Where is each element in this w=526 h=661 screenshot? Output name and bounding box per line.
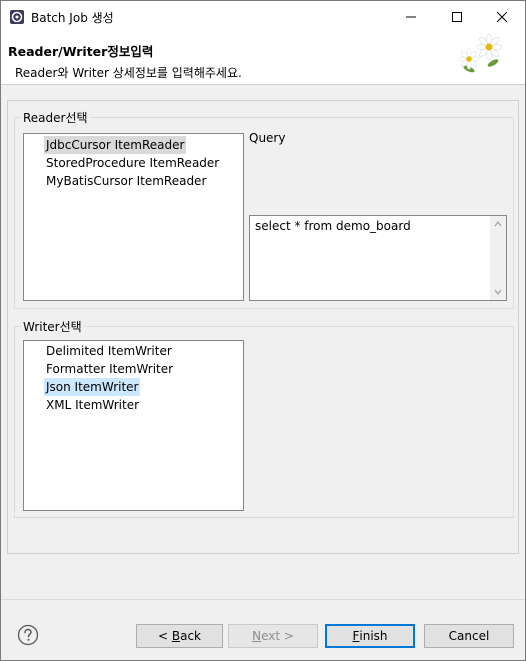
footer-divider (1, 599, 525, 600)
close-icon (497, 12, 507, 22)
query-text: select * from demo_board (255, 219, 411, 233)
writer-group-label: Writer선택 (21, 318, 84, 335)
app-icon (10, 10, 24, 24)
window-title: Batch Job 생성 (31, 11, 114, 25)
page-description: Reader와 Writer 상세정보를 입력해주세요. (15, 66, 242, 80)
writer-list-item[interactable]: Formatter ItemWriter (44, 360, 175, 378)
wizard-header: Reader/Writer정보입력 Reader와 Writer 상세정보를 입… (1, 33, 525, 85)
scroll-up-icon[interactable] (494, 220, 502, 228)
help-icon[interactable] (17, 624, 39, 646)
maximize-button[interactable] (434, 1, 480, 33)
writer-group: Writer선택 Delimited ItemWriter Formatter … (14, 318, 514, 518)
writer-list-item[interactable]: Delimited ItemWriter (44, 342, 174, 360)
writer-list-item[interactable]: Json ItemWriter (44, 378, 141, 396)
content-panel: Reader선택 JdbcCursor ItemReader StoredPro… (7, 100, 519, 554)
cancel-button[interactable]: Cancel (424, 624, 514, 648)
maximize-icon (452, 12, 462, 22)
reader-group-label: Reader선택 (21, 109, 90, 126)
next-button-label: ext > (261, 629, 294, 643)
scroll-down-icon[interactable] (494, 288, 502, 296)
reader-list-item[interactable]: JdbcCursor ItemReader (44, 136, 187, 154)
writer-list-item[interactable]: XML ItemWriter (44, 396, 141, 414)
reader-group: Reader선택 JdbcCursor ItemReader StoredPro… (14, 109, 514, 309)
back-button-mnemonic: B (171, 629, 181, 643)
finish-button[interactable]: Finish (325, 624, 415, 648)
query-label: Query (249, 131, 286, 145)
flowers-banner-icon (458, 33, 503, 73)
close-button[interactable] (479, 1, 525, 33)
next-button-mnemonic: N (252, 629, 262, 643)
reader-list-item[interactable]: StoredProcedure ItemReader (44, 154, 221, 172)
back-button-label: ack (180, 629, 201, 643)
query-scrollbar[interactable] (490, 216, 506, 300)
finish-button-label: inish (359, 629, 388, 643)
writer-list[interactable]: Delimited ItemWriter Formatter ItemWrite… (23, 340, 244, 511)
reader-list-item[interactable]: MyBatisCursor ItemReader (44, 172, 208, 190)
reader-list[interactable]: JdbcCursor ItemReader StoredProcedure It… (23, 133, 244, 301)
finish-button-mnemonic: F (352, 629, 360, 643)
back-button-prefix: < (157, 629, 172, 643)
dialog-window: Batch Job 생성 Reader/Writer정보입력 Reader와 W… (0, 0, 526, 661)
back-button[interactable]: < Back (136, 624, 223, 648)
minimize-icon (406, 16, 416, 18)
title-bar: Batch Job 생성 (1, 1, 525, 33)
next-button[interactable]: Next > (228, 624, 318, 648)
minimize-button[interactable] (388, 1, 434, 33)
page-title: Reader/Writer정보입력 (8, 44, 154, 59)
query-textarea[interactable]: select * from demo_board (249, 215, 507, 301)
